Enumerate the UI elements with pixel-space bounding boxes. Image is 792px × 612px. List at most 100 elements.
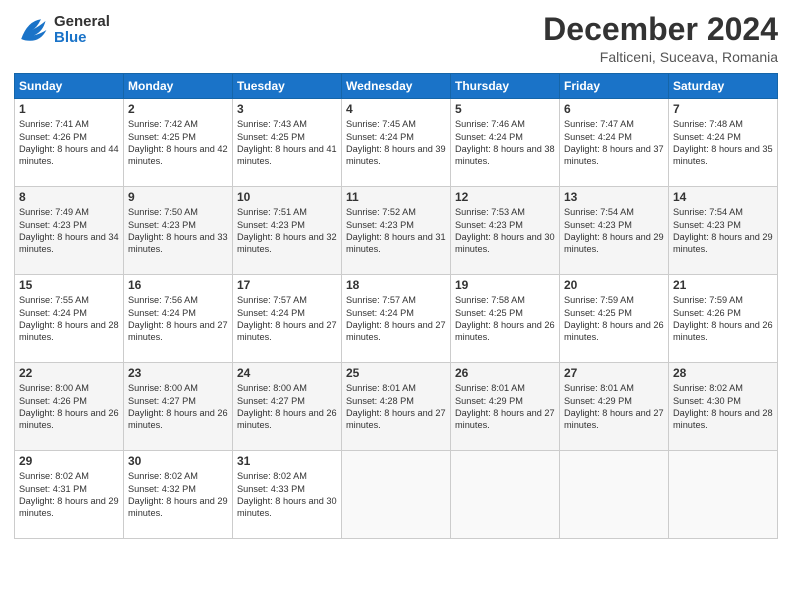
day-info: Sunrise: 7:50 AM Sunset: 4:23 PM Dayligh… bbox=[128, 206, 228, 256]
daylight: Daylight: 8 hours and 37 minutes. bbox=[564, 144, 664, 166]
sunrise: Sunrise: 7:47 AM bbox=[564, 119, 634, 129]
calendar-cell: 11 Sunrise: 7:52 AM Sunset: 4:23 PM Dayl… bbox=[342, 187, 451, 275]
sunset: Sunset: 4:24 PM bbox=[673, 132, 741, 142]
calendar-cell: 19 Sunrise: 7:58 AM Sunset: 4:25 PM Dayl… bbox=[451, 275, 560, 363]
daylight: Daylight: 8 hours and 26 minutes. bbox=[19, 408, 119, 430]
sunset: Sunset: 4:29 PM bbox=[564, 396, 632, 406]
day-number: 31 bbox=[237, 454, 337, 468]
sunset: Sunset: 4:23 PM bbox=[19, 220, 87, 230]
sunset: Sunset: 4:24 PM bbox=[237, 308, 305, 318]
sunset: Sunset: 4:27 PM bbox=[237, 396, 305, 406]
calendar-body: 1 Sunrise: 7:41 AM Sunset: 4:26 PM Dayli… bbox=[15, 99, 778, 539]
daylight: Daylight: 8 hours and 28 minutes. bbox=[19, 320, 119, 342]
calendar-week-3: 15 Sunrise: 7:55 AM Sunset: 4:24 PM Dayl… bbox=[15, 275, 778, 363]
sunset: Sunset: 4:30 PM bbox=[673, 396, 741, 406]
daylight: Daylight: 8 hours and 29 minutes. bbox=[673, 232, 773, 254]
page-container: General Blue December 2024 Falticeni, Su… bbox=[0, 0, 792, 612]
day-number: 8 bbox=[19, 190, 119, 204]
day-number: 15 bbox=[19, 278, 119, 292]
day-number: 27 bbox=[564, 366, 664, 380]
day-info: Sunrise: 7:42 AM Sunset: 4:25 PM Dayligh… bbox=[128, 118, 228, 168]
sunset: Sunset: 4:27 PM bbox=[128, 396, 196, 406]
day-number: 28 bbox=[673, 366, 773, 380]
calendar-cell: 14 Sunrise: 7:54 AM Sunset: 4:23 PM Dayl… bbox=[669, 187, 778, 275]
calendar-cell: 3 Sunrise: 7:43 AM Sunset: 4:25 PM Dayli… bbox=[233, 99, 342, 187]
col-wednesday: Wednesday bbox=[342, 74, 451, 99]
sunset: Sunset: 4:33 PM bbox=[237, 484, 305, 494]
day-number: 21 bbox=[673, 278, 773, 292]
sunrise: Sunrise: 7:58 AM bbox=[455, 295, 525, 305]
day-info: Sunrise: 8:00 AM Sunset: 4:27 PM Dayligh… bbox=[237, 382, 337, 432]
sunset: Sunset: 4:23 PM bbox=[128, 220, 196, 230]
calendar-cell: 30 Sunrise: 8:02 AM Sunset: 4:32 PM Dayl… bbox=[124, 451, 233, 539]
day-number: 20 bbox=[564, 278, 664, 292]
col-thursday: Thursday bbox=[451, 74, 560, 99]
sunset: Sunset: 4:24 PM bbox=[19, 308, 87, 318]
sunset: Sunset: 4:23 PM bbox=[673, 220, 741, 230]
sunrise: Sunrise: 8:00 AM bbox=[128, 383, 198, 393]
calendar-cell: 10 Sunrise: 7:51 AM Sunset: 4:23 PM Dayl… bbox=[233, 187, 342, 275]
day-number: 17 bbox=[237, 278, 337, 292]
day-number: 11 bbox=[346, 190, 446, 204]
daylight: Daylight: 8 hours and 29 minutes. bbox=[564, 232, 664, 254]
daylight: Daylight: 8 hours and 38 minutes. bbox=[455, 144, 555, 166]
daylight: Daylight: 8 hours and 26 minutes. bbox=[237, 408, 337, 430]
sunset: Sunset: 4:25 PM bbox=[455, 308, 523, 318]
col-monday: Monday bbox=[124, 74, 233, 99]
day-info: Sunrise: 7:41 AM Sunset: 4:26 PM Dayligh… bbox=[19, 118, 119, 168]
sunrise: Sunrise: 7:59 AM bbox=[673, 295, 743, 305]
day-number: 7 bbox=[673, 102, 773, 116]
daylight: Daylight: 8 hours and 42 minutes. bbox=[128, 144, 228, 166]
daylight: Daylight: 8 hours and 29 minutes. bbox=[128, 496, 228, 518]
daylight: Daylight: 8 hours and 27 minutes. bbox=[346, 408, 446, 430]
calendar-cell: 28 Sunrise: 8:02 AM Sunset: 4:30 PM Dayl… bbox=[669, 363, 778, 451]
day-info: Sunrise: 7:58 AM Sunset: 4:25 PM Dayligh… bbox=[455, 294, 555, 344]
sunrise: Sunrise: 7:52 AM bbox=[346, 207, 416, 217]
calendar-week-5: 29 Sunrise: 8:02 AM Sunset: 4:31 PM Dayl… bbox=[15, 451, 778, 539]
day-number: 1 bbox=[19, 102, 119, 116]
day-info: Sunrise: 7:52 AM Sunset: 4:23 PM Dayligh… bbox=[346, 206, 446, 256]
col-sunday: Sunday bbox=[15, 74, 124, 99]
day-info: Sunrise: 8:01 AM Sunset: 4:29 PM Dayligh… bbox=[455, 382, 555, 432]
calendar-cell: 29 Sunrise: 8:02 AM Sunset: 4:31 PM Dayl… bbox=[15, 451, 124, 539]
day-info: Sunrise: 8:01 AM Sunset: 4:28 PM Dayligh… bbox=[346, 382, 446, 432]
daylight: Daylight: 8 hours and 32 minutes. bbox=[237, 232, 337, 254]
day-number: 22 bbox=[19, 366, 119, 380]
calendar-cell: 15 Sunrise: 7:55 AM Sunset: 4:24 PM Dayl… bbox=[15, 275, 124, 363]
day-info: Sunrise: 7:49 AM Sunset: 4:23 PM Dayligh… bbox=[19, 206, 119, 256]
calendar-cell bbox=[669, 451, 778, 539]
day-info: Sunrise: 8:00 AM Sunset: 4:26 PM Dayligh… bbox=[19, 382, 119, 432]
day-number: 14 bbox=[673, 190, 773, 204]
day-info: Sunrise: 7:47 AM Sunset: 4:24 PM Dayligh… bbox=[564, 118, 664, 168]
day-number: 9 bbox=[128, 190, 228, 204]
calendar-cell: 23 Sunrise: 8:00 AM Sunset: 4:27 PM Dayl… bbox=[124, 363, 233, 451]
sunset: Sunset: 4:24 PM bbox=[346, 132, 414, 142]
calendar-cell: 21 Sunrise: 7:59 AM Sunset: 4:26 PM Dayl… bbox=[669, 275, 778, 363]
daylight: Daylight: 8 hours and 29 minutes. bbox=[19, 496, 119, 518]
sunrise: Sunrise: 7:59 AM bbox=[564, 295, 634, 305]
main-title: December 2024 bbox=[543, 12, 778, 47]
calendar-cell: 9 Sunrise: 7:50 AM Sunset: 4:23 PM Dayli… bbox=[124, 187, 233, 275]
col-tuesday: Tuesday bbox=[233, 74, 342, 99]
sunrise: Sunrise: 7:51 AM bbox=[237, 207, 307, 217]
sunrise: Sunrise: 8:00 AM bbox=[19, 383, 89, 393]
sunrise: Sunrise: 7:57 AM bbox=[237, 295, 307, 305]
day-number: 2 bbox=[128, 102, 228, 116]
sunset: Sunset: 4:31 PM bbox=[19, 484, 87, 494]
day-number: 18 bbox=[346, 278, 446, 292]
day-info: Sunrise: 7:51 AM Sunset: 4:23 PM Dayligh… bbox=[237, 206, 337, 256]
day-number: 12 bbox=[455, 190, 555, 204]
sunset: Sunset: 4:23 PM bbox=[564, 220, 632, 230]
daylight: Daylight: 8 hours and 41 minutes. bbox=[237, 144, 337, 166]
day-info: Sunrise: 8:02 AM Sunset: 4:30 PM Dayligh… bbox=[673, 382, 773, 432]
day-info: Sunrise: 7:59 AM Sunset: 4:26 PM Dayligh… bbox=[673, 294, 773, 344]
sunrise: Sunrise: 7:43 AM bbox=[237, 119, 307, 129]
daylight: Daylight: 8 hours and 26 minutes. bbox=[455, 320, 555, 342]
day-number: 19 bbox=[455, 278, 555, 292]
sunset: Sunset: 4:24 PM bbox=[346, 308, 414, 318]
day-info: Sunrise: 7:57 AM Sunset: 4:24 PM Dayligh… bbox=[346, 294, 446, 344]
day-info: Sunrise: 7:46 AM Sunset: 4:24 PM Dayligh… bbox=[455, 118, 555, 168]
sunset: Sunset: 4:23 PM bbox=[455, 220, 523, 230]
sunrise: Sunrise: 7:50 AM bbox=[128, 207, 198, 217]
title-area: December 2024 Falticeni, Suceava, Romani… bbox=[543, 12, 778, 65]
